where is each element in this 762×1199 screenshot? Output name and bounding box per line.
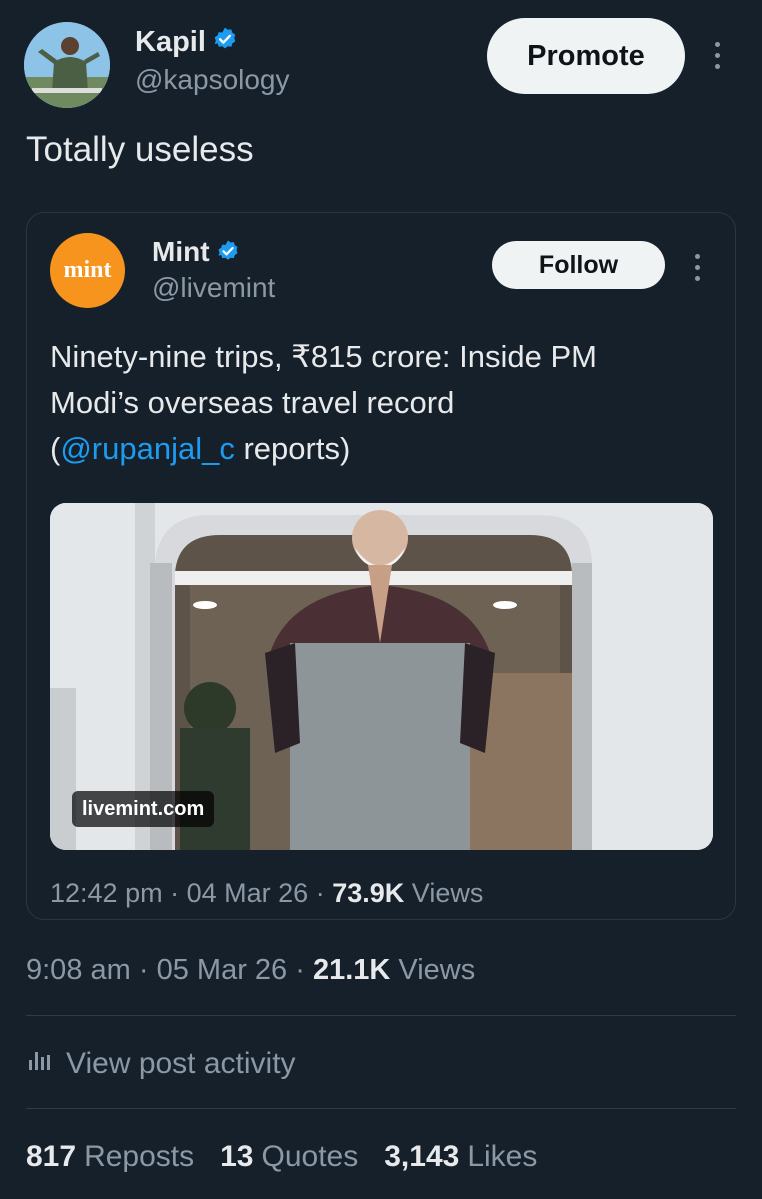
post-stats: 817 Reposts 13 Quotes 3,143 Likes	[26, 1140, 537, 1174]
separator-dot: ·	[138, 954, 149, 986]
quoted-views-count: 73.9K	[332, 878, 405, 908]
quoted-text-line2: Modi’s overseas travel record	[50, 385, 455, 420]
avatar-photo	[24, 22, 110, 108]
quotes-count: 13	[220, 1140, 254, 1173]
quoted-text-line3: (@rupanjal_c reports)	[50, 426, 730, 472]
likes-stat[interactable]: 3,143 Likes	[384, 1140, 537, 1174]
promote-button[interactable]: Promote	[487, 18, 685, 94]
view-post-activity-link[interactable]: View post activity	[26, 1046, 296, 1082]
post-text: Totally useless	[26, 130, 254, 169]
post-meta: 9:08 am · 05 Mar 26 · 21.1K Views	[26, 954, 475, 987]
more-options-icon[interactable]	[712, 42, 722, 69]
quoted-views-label: Views	[411, 878, 484, 908]
quoted-post-date[interactable]: 04 Mar 26	[187, 878, 309, 908]
mint-logo[interactable]: mint	[50, 233, 125, 308]
post-date[interactable]: 05 Mar 26	[157, 954, 288, 986]
reposts-label: Reposts	[84, 1140, 195, 1173]
reposts-count: 817	[26, 1140, 77, 1173]
quoted-text-line1: Ninety-nine trips, ₹815 crore: Inside PM	[50, 339, 597, 374]
follow-button[interactable]: Follow	[492, 241, 665, 289]
mention-link[interactable]: @rupanjal_c	[60, 431, 235, 466]
post-time[interactable]: 9:08 am	[26, 954, 131, 986]
reposts-stat[interactable]: 817 Reposts	[26, 1140, 194, 1174]
quoted-more-options-icon[interactable]	[692, 254, 702, 281]
likes-count: 3,143	[384, 1140, 460, 1173]
quoted-author-name-text[interactable]: Mint	[152, 236, 210, 267]
quoted-post-time[interactable]: 12:42 pm	[50, 878, 163, 908]
verified-badge-icon	[212, 26, 238, 60]
analytics-icon	[26, 1046, 54, 1082]
likes-label: Likes	[467, 1140, 538, 1173]
quoted-author-name[interactable]: Mint	[152, 236, 240, 270]
view-post-activity-label[interactable]: View post activity	[66, 1047, 296, 1081]
verified-badge-icon	[216, 238, 240, 270]
quotes-stat[interactable]: 13 Quotes	[220, 1140, 358, 1174]
separator-dot: ·	[170, 878, 180, 908]
quoted-text-close: reports)	[234, 431, 351, 466]
author-name-text[interactable]: Kapil	[135, 26, 206, 58]
post-views-count: 21.1K	[312, 954, 391, 986]
author-avatar[interactable]	[24, 22, 110, 108]
post-views-label: Views	[398, 954, 476, 986]
media-watermark: livemint.com	[72, 791, 215, 827]
quoted-post-text: Ninety-nine trips, ₹815 crore: Inside PM…	[50, 334, 730, 472]
mint-logo-text: mint	[63, 257, 112, 283]
quoted-text-open: (	[50, 431, 61, 466]
quoted-post-meta: 12:42 pm · 04 Mar 26 · 73.9K Views	[50, 878, 483, 909]
divider	[26, 1015, 736, 1016]
divider	[26, 1108, 736, 1109]
quotes-label: Quotes	[261, 1140, 359, 1173]
separator-dot: ·	[315, 878, 325, 908]
author-handle[interactable]: @kapsology	[135, 64, 290, 96]
quoted-author-handle[interactable]: @livemint	[152, 272, 275, 304]
separator-dot: ·	[295, 954, 305, 986]
author-name[interactable]: Kapil	[135, 26, 238, 60]
